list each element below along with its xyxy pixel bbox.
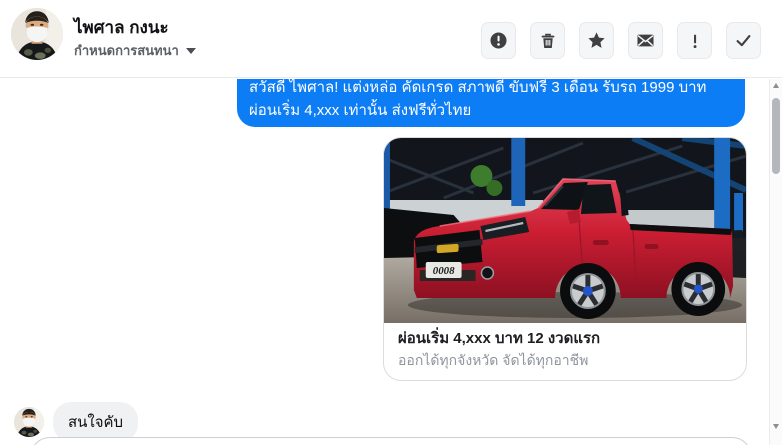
incoming-message-row: สนใจคับ	[14, 402, 139, 442]
attachment-card[interactable]: 0008 ผ่อนเริ่ม 4,xxx บาท 12 งวดแรก ออกได…	[383, 137, 747, 381]
star-icon	[588, 32, 605, 48]
scroll-down-arrow-icon[interactable]	[773, 424, 779, 429]
outgoing-message-bubble: สวัสดี ไพศาล! แต่งหล่อ คัดเกรด สภาพดี ขั…	[237, 79, 745, 127]
incoming-message-bubble: สนใจคับ	[53, 402, 139, 442]
chat-scrollbar[interactable]	[769, 79, 782, 445]
incoming-message-text: สนใจคับ	[68, 414, 124, 431]
scrollbar-thumb[interactable]	[772, 98, 780, 174]
envelope-icon	[637, 34, 654, 47]
messenger-conversation-window: ไพศาล กงนะ กำหนดการสนทนา สวัสดี ไพศาล! แ…	[0, 0, 782, 445]
chevron-down-icon	[185, 47, 196, 54]
rear-wheel	[671, 262, 726, 316]
person-avatar-icon	[14, 407, 44, 437]
conversation-header: ไพศาล กงนะ กำหนดการสนทนา	[0, 0, 782, 78]
trash-icon	[541, 33, 554, 48]
mark-done-button[interactable]	[726, 22, 761, 59]
exclamation-icon	[693, 34, 696, 48]
message-input[interactable]	[30, 437, 752, 445]
conversation-menu-label: กำหนดการสนทนา	[74, 43, 179, 58]
person-avatar-icon	[11, 8, 63, 60]
front-wheel	[560, 263, 616, 319]
star-button[interactable]	[579, 22, 614, 59]
attachment-card-footer: ผ่อนเริ่ม 4,xxx บาท 12 งวดแรก ออกได้ทุกจ…	[384, 323, 746, 380]
message-thread: สวัสดี ไพศาล! แต่งหล่อ คัดเกรด สภาพดี ขั…	[0, 79, 782, 445]
alert-circle-icon	[490, 32, 507, 49]
outgoing-message-text: สวัสดี ไพศาล! แต่งหล่อ คัดเกรด สภาพดี ขั…	[249, 79, 707, 119]
check-icon	[736, 35, 751, 47]
mark-important-button[interactable]	[677, 22, 712, 59]
contact-avatar-small[interactable]	[14, 407, 44, 437]
contact-avatar[interactable]	[11, 8, 63, 60]
truck-photo[interactable]: 0008	[384, 138, 746, 323]
license-plate-text: 0008	[433, 265, 455, 277]
contact-name: ไพศาล กงนะ	[74, 18, 169, 37]
scroll-up-arrow-icon[interactable]	[773, 83, 779, 88]
mark-unread-button[interactable]	[628, 22, 663, 59]
delete-button[interactable]	[530, 22, 565, 59]
attachment-card-subtitle: ออกได้ทุกจังหวัด จัดได้ทุกอาชีพ	[398, 352, 589, 368]
report-button[interactable]	[481, 22, 516, 59]
conversation-menu-dropdown[interactable]: กำหนดการสนทนา	[74, 40, 196, 61]
attachment-card-title: ผ่อนเริ่ม 4,xxx บาท 12 งวดแรก	[398, 330, 601, 347]
header-action-bar	[481, 22, 761, 59]
